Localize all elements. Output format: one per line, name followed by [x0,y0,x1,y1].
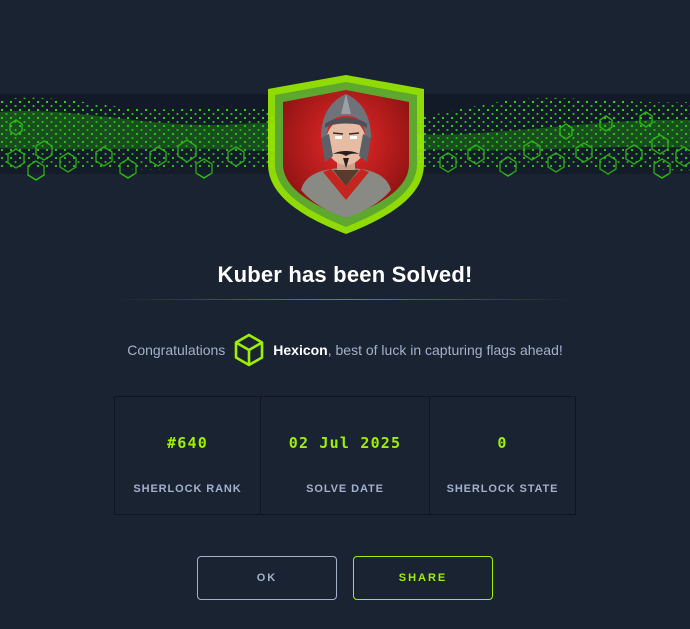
stats-panel: #640 SHERLOCK RANK 02 Jul 2025 SOLVE DAT… [114,396,576,515]
title-divider [118,299,572,300]
stat-label: SOLVE DATE [306,483,384,495]
congratulations-message: Congratulations Hexicon , best of luck i… [0,332,690,368]
congrats-suffix: , best of luck in capturing flags ahead! [327,342,563,358]
congrats-prefix: Congratulations [127,342,226,358]
share-button[interactable]: SHARE [353,556,493,600]
green-cube-icon [234,333,264,367]
stat-value: 02 Jul 2025 [288,434,402,452]
stat-sherlock-state: 0 SHERLOCK STATE [429,397,575,514]
warrior-shield-badge [268,75,424,234]
page-title: Kuber has been Solved! [217,262,473,287]
stat-sherlock-rank: #640 SHERLOCK RANK [115,397,260,514]
stat-value: #640 [167,434,208,452]
username[interactable]: Hexicon [273,342,327,358]
ok-button[interactable]: OK [197,556,337,600]
stat-label: SHERLOCK RANK [133,483,242,495]
stat-value: 0 [497,434,508,452]
stat-solve-date: 02 Jul 2025 SOLVE DATE [260,397,429,514]
stat-label: SHERLOCK STATE [446,483,559,495]
